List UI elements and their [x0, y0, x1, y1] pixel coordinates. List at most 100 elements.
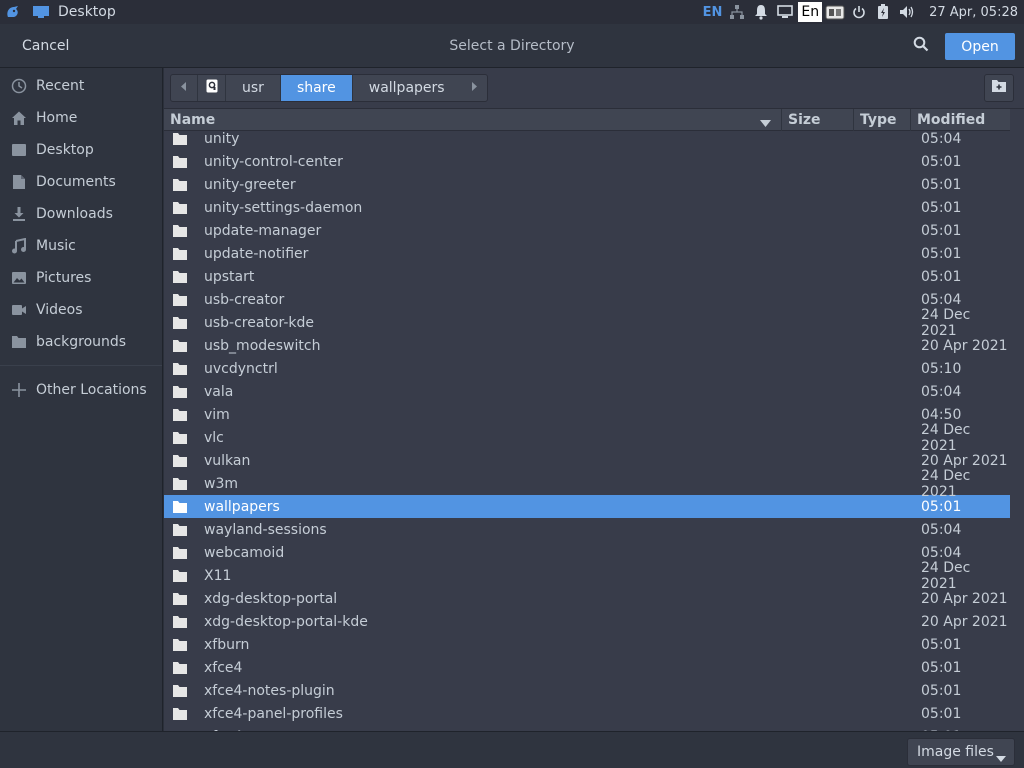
- table-row[interactable]: unity-control-center 05:01: [164, 150, 1010, 173]
- table-row[interactable]: usb_modeswitch 20 Apr 2021: [164, 334, 1010, 357]
- file-name: vala: [204, 383, 234, 400]
- folder-icon: [172, 431, 188, 445]
- new-folder-icon: [991, 79, 1007, 97]
- file-type-filter-dropdown[interactable]: Image files: [907, 738, 1015, 766]
- sidebar-item-desktop[interactable]: Desktop: [0, 134, 162, 166]
- file-name: xdg-desktop-portal: [204, 590, 338, 607]
- table-row[interactable]: unity 05:04: [164, 131, 1010, 150]
- column-name-header[interactable]: Name: [164, 109, 781, 131]
- sidebar-item-pictures[interactable]: Pictures: [0, 262, 162, 294]
- file-modified: 05:01: [921, 176, 962, 193]
- folder-icon: [172, 707, 188, 721]
- search-button[interactable]: [906, 32, 936, 60]
- new-folder-button[interactable]: [984, 74, 1014, 102]
- path-scroll-right-button[interactable]: [461, 75, 487, 101]
- places-sidebar: Recent Home Desktop Documents Downloads …: [0, 68, 163, 731]
- file-list-scrollbar[interactable]: [1012, 131, 1022, 768]
- table-row[interactable]: wayland-sessions 05:04: [164, 518, 1010, 541]
- folder-icon: [172, 454, 188, 468]
- sidebar-item-music[interactable]: Music: [0, 230, 162, 262]
- sidebar-item-label: Documents: [36, 174, 116, 190]
- table-row[interactable]: xfce4 05:01: [164, 656, 1010, 679]
- clipboard-icon[interactable]: [824, 0, 846, 24]
- table-row[interactable]: vulkan 20 Apr 2021: [164, 449, 1010, 472]
- file-browser: usr share wallpapers Name Size Type Modi…: [164, 68, 1024, 768]
- cancel-button[interactable]: Cancel: [10, 31, 81, 61]
- table-row[interactable]: X11 24 Dec 2021: [164, 560, 1010, 592]
- network-icon[interactable]: [726, 0, 748, 24]
- folder-icon: [172, 408, 188, 422]
- file-name: vlc: [204, 429, 224, 446]
- sidebar-item-home[interactable]: Home: [0, 102, 162, 134]
- file-modified: 05:01: [921, 153, 962, 170]
- path-segment-root[interactable]: [197, 75, 225, 101]
- file-modified: 24 Dec 2021: [921, 559, 971, 592]
- file-name: xfce4-notes-plugin: [204, 682, 335, 699]
- folder-icon: [172, 362, 188, 376]
- sidebar-item-label: Music: [36, 238, 76, 254]
- keyboard-layout-indicator[interactable]: EN: [701, 0, 725, 24]
- sidebar-item-recent[interactable]: Recent: [0, 70, 162, 102]
- input-method-indicator[interactable]: En: [798, 2, 823, 22]
- path-segment-share[interactable]: share: [279, 75, 352, 101]
- power-icon[interactable]: [848, 0, 870, 24]
- sidebar-item-videos[interactable]: Videos: [0, 294, 162, 326]
- desktop-icon[interactable]: [32, 3, 50, 21]
- file-name: update-notifier: [204, 245, 309, 262]
- table-row[interactable]: uvcdynctrl 05:10: [164, 357, 1010, 380]
- table-row[interactable]: wallpapers 05:01: [164, 495, 1010, 518]
- sidebar-separator: [0, 365, 162, 366]
- sidebar-item-label: Pictures: [36, 270, 92, 286]
- open-button[interactable]: Open: [945, 33, 1015, 60]
- column-size-header[interactable]: Size: [781, 108, 853, 131]
- column-header: Name Size Type Modified: [164, 108, 1010, 131]
- table-row[interactable]: xdg-desktop-portal 20 Apr 2021: [164, 587, 1010, 610]
- clock[interactable]: 27 Apr, 05:28: [929, 5, 1018, 20]
- drive-icon: [206, 79, 218, 97]
- clock-icon: [10, 77, 28, 95]
- table-row[interactable]: update-manager 05:01: [164, 219, 1010, 242]
- table-row[interactable]: usb-creator 05:04: [164, 288, 1010, 311]
- file-modified: 05:01: [921, 222, 962, 239]
- table-row[interactable]: xfburn 05:01: [164, 633, 1010, 656]
- table-row[interactable]: vim 04:50: [164, 403, 1010, 426]
- active-window-title[interactable]: Desktop: [58, 4, 116, 20]
- file-modified: 20 Apr 2021: [921, 452, 1008, 469]
- path-segment-wallpapers[interactable]: wallpapers: [351, 75, 461, 101]
- table-row[interactable]: w3m 24 Dec 2021: [164, 468, 1010, 500]
- file-modified: 04:50: [921, 406, 962, 423]
- sidebar-item-backgrounds[interactable]: backgrounds: [0, 326, 162, 358]
- sort-descending-icon: [760, 115, 771, 131]
- table-row[interactable]: webcamoid 05:04: [164, 541, 1010, 564]
- volume-icon[interactable]: [896, 0, 918, 24]
- table-row[interactable]: upstart 05:01: [164, 265, 1010, 288]
- file-name: vulkan: [204, 452, 251, 469]
- battery-icon[interactable]: [872, 0, 894, 24]
- table-row[interactable]: vala 05:04: [164, 380, 1010, 403]
- display-icon[interactable]: [774, 0, 796, 24]
- file-modified: 05:01: [921, 705, 962, 722]
- search-icon: [913, 36, 929, 56]
- sidebar-item-other-locations[interactable]: Other Locations: [0, 374, 162, 406]
- file-rows: unity 05:04 unity-control-center 05:01 unity…: [164, 131, 1010, 731]
- sidebar-item-documents[interactable]: Documents: [0, 166, 162, 198]
- notification-bell-icon[interactable]: [750, 0, 772, 24]
- table-row[interactable]: xfce4-panel-profiles 05:01: [164, 702, 1010, 725]
- path-scroll-left-button[interactable]: [171, 75, 197, 101]
- column-modified-header[interactable]: Modified: [910, 108, 1010, 131]
- table-row[interactable]: xfce4-notes-plugin 05:01: [164, 679, 1010, 702]
- plus-icon: [10, 381, 28, 399]
- column-type-header[interactable]: Type: [853, 108, 910, 131]
- table-row[interactable]: xdg-desktop-portal-kde 20 Apr 2021: [164, 610, 1010, 633]
- table-row[interactable]: unity-settings-daemon 05:01: [164, 196, 1010, 219]
- file-modified: 05:01: [921, 682, 962, 699]
- sidebar-item-downloads[interactable]: Downloads: [0, 198, 162, 230]
- app-menu-icon[interactable]: [4, 3, 22, 21]
- table-row[interactable]: usb-creator-kde 24 Dec 2021: [164, 307, 1010, 339]
- path-segment-usr[interactable]: usr: [225, 75, 280, 101]
- chevron-down-icon: [996, 750, 1006, 766]
- table-row[interactable]: vlc 24 Dec 2021: [164, 422, 1010, 454]
- folder-icon: [172, 569, 188, 583]
- table-row[interactable]: unity-greeter 05:01: [164, 173, 1010, 196]
- table-row[interactable]: update-notifier 05:01: [164, 242, 1010, 265]
